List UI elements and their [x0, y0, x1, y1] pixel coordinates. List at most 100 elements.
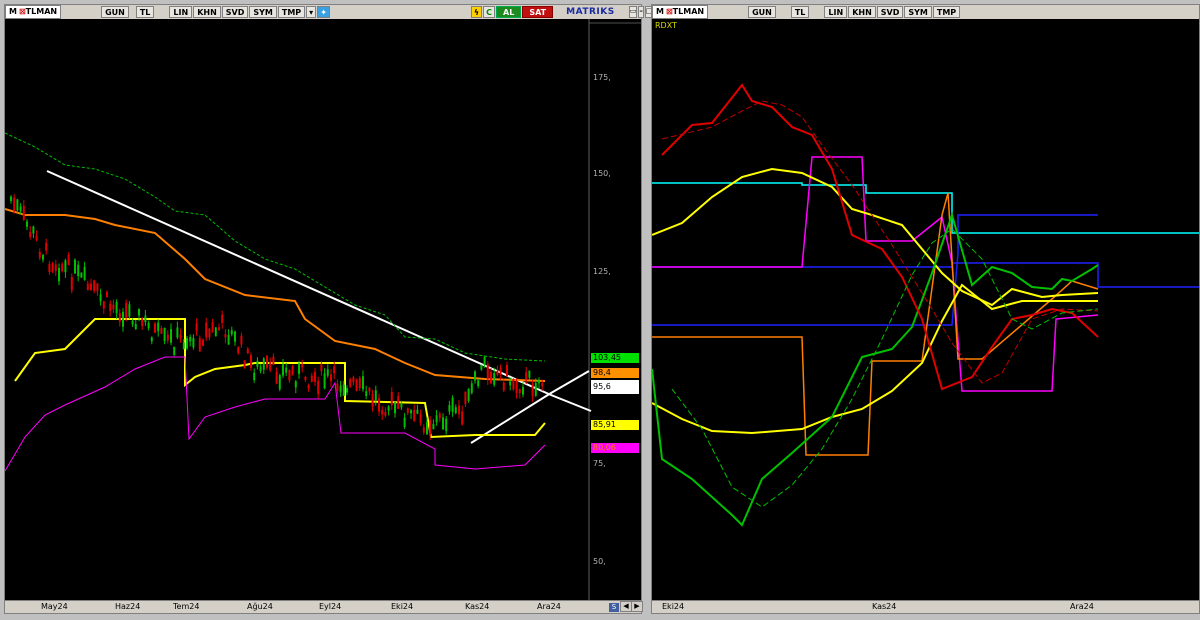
- right-chart-window: M ⊠TLMAN GUN TL LIN KHN SVD SYM TMP RDXT …: [651, 4, 1200, 614]
- candle-body: [170, 329, 172, 343]
- candle-body: [102, 301, 105, 309]
- candle-body: [474, 371, 476, 381]
- candle-body: [211, 322, 214, 332]
- green-line: [652, 211, 1099, 527]
- candle-body: [288, 369, 291, 381]
- minimize-icon[interactable]: –: [638, 6, 644, 18]
- candle-body: [390, 392, 393, 406]
- candle-body: [314, 372, 316, 382]
- lightning-icon[interactable]: ϟ: [470, 6, 483, 18]
- candle-body: [330, 374, 332, 382]
- upper-trendline: [46, 170, 592, 412]
- sym-button-right[interactable]: SYM: [904, 6, 932, 18]
- candles: [10, 194, 544, 441]
- candle-body: [214, 327, 217, 337]
- candle-body: [106, 292, 108, 298]
- candle-body: [486, 364, 489, 380]
- middle-band-line: [5, 208, 546, 382]
- candle-body: [224, 334, 227, 338]
- x-label-tem: Tem24: [173, 602, 200, 611]
- candle-body: [22, 205, 25, 221]
- candle-body: [336, 383, 339, 391]
- candle-body: [275, 372, 278, 384]
- price-box-yellow: 85,91: [591, 420, 639, 430]
- candle-body: [406, 408, 409, 413]
- candle-body: [426, 421, 428, 435]
- candle-body: [378, 398, 380, 412]
- khn-button[interactable]: KHN: [193, 6, 221, 18]
- x-label-eki-right: Eki24: [662, 602, 685, 611]
- candle-body: [467, 388, 470, 401]
- sym-button[interactable]: SYM: [249, 6, 277, 18]
- candle-body: [333, 366, 336, 374]
- tmp-button-right[interactable]: TMP: [932, 6, 961, 18]
- candle-body: [122, 311, 124, 327]
- candle-body: [67, 254, 70, 265]
- candle-body: [461, 411, 464, 425]
- price-chart-svg: [5, 19, 641, 601]
- matriks-logo-right[interactable]: M ⊠TLMAN: [652, 5, 709, 19]
- buy-button[interactable]: AL: [496, 6, 522, 18]
- symbol-name-right: TLMAN: [672, 7, 705, 16]
- scroll-right-icon[interactable]: ▶: [631, 601, 643, 612]
- candle-body: [154, 323, 156, 333]
- svd-button[interactable]: SVD: [221, 6, 249, 18]
- indicator-chart-svg: [652, 83, 1199, 527]
- price-chart[interactable]: 175, 150, 125, 75, 50, 103,45 98,4 95,6 …: [5, 19, 641, 601]
- candle-body: [317, 380, 320, 395]
- candle-body: [528, 370, 531, 378]
- candle-body: [192, 338, 195, 348]
- period-button[interactable]: GUN: [101, 6, 129, 18]
- x-label-ara-right: Ara24: [1070, 602, 1094, 611]
- candle-body: [266, 355, 268, 368]
- candle-body: [326, 369, 329, 376]
- twitter-icon[interactable]: ✦: [317, 6, 330, 18]
- candle-body: [349, 379, 352, 387]
- period-button-right[interactable]: GUN: [748, 6, 776, 18]
- candle-body: [246, 348, 249, 354]
- candle-body: [525, 372, 528, 381]
- price-box-white: 95,6: [591, 380, 639, 394]
- candle-body: [13, 197, 16, 212]
- candle-body: [186, 338, 188, 349]
- candle-body: [304, 376, 307, 381]
- candle-body: [243, 360, 246, 368]
- candle-body: [32, 226, 35, 234]
- svd-button-right[interactable]: SVD: [876, 6, 904, 18]
- candle-body: [54, 264, 57, 271]
- matriks-logo[interactable]: M ⊠TLMAN: [5, 5, 62, 19]
- candle-body: [29, 231, 32, 237]
- sell-button[interactable]: SAT: [522, 6, 554, 18]
- lower-trendline: [470, 370, 590, 444]
- linear-button-right[interactable]: LIN: [824, 6, 848, 18]
- candle-body: [272, 356, 275, 366]
- candle-body: [490, 371, 492, 384]
- candle-body: [74, 259, 76, 274]
- yellow-upper-line: [652, 167, 1099, 307]
- candle-body: [278, 375, 281, 390]
- tmp-button[interactable]: TMP: [277, 6, 306, 18]
- restore-icon[interactable]: ▭: [628, 6, 638, 18]
- candle-body: [394, 402, 396, 414]
- x-label-kas-right: Kas24: [872, 602, 897, 611]
- yellow-lower-line: [652, 283, 1098, 435]
- candle-body: [387, 406, 390, 411]
- candle-body: [205, 322, 208, 338]
- candle-body: [285, 367, 288, 373]
- currency-button-right[interactable]: TL: [790, 6, 810, 18]
- candle-body: [346, 388, 348, 393]
- candle-body: [454, 407, 457, 414]
- logo-icon-right: ⊠: [665, 7, 673, 16]
- dropdown-arrow-icon[interactable]: ▾: [306, 6, 317, 18]
- candle-body: [368, 387, 371, 392]
- sync-icon[interactable]: S: [609, 603, 619, 612]
- candle-body: [234, 331, 236, 342]
- indicator-chart[interactable]: RDXT: [652, 19, 1199, 601]
- candle-body: [38, 251, 41, 258]
- linear-button[interactable]: LIN: [169, 6, 193, 18]
- candle-body: [294, 381, 297, 388]
- refresh-icon[interactable]: C: [483, 6, 496, 18]
- khn-button-right[interactable]: KHN: [848, 6, 876, 18]
- currency-button[interactable]: TL: [135, 6, 155, 18]
- x-label-agu: Ağu24: [247, 602, 273, 611]
